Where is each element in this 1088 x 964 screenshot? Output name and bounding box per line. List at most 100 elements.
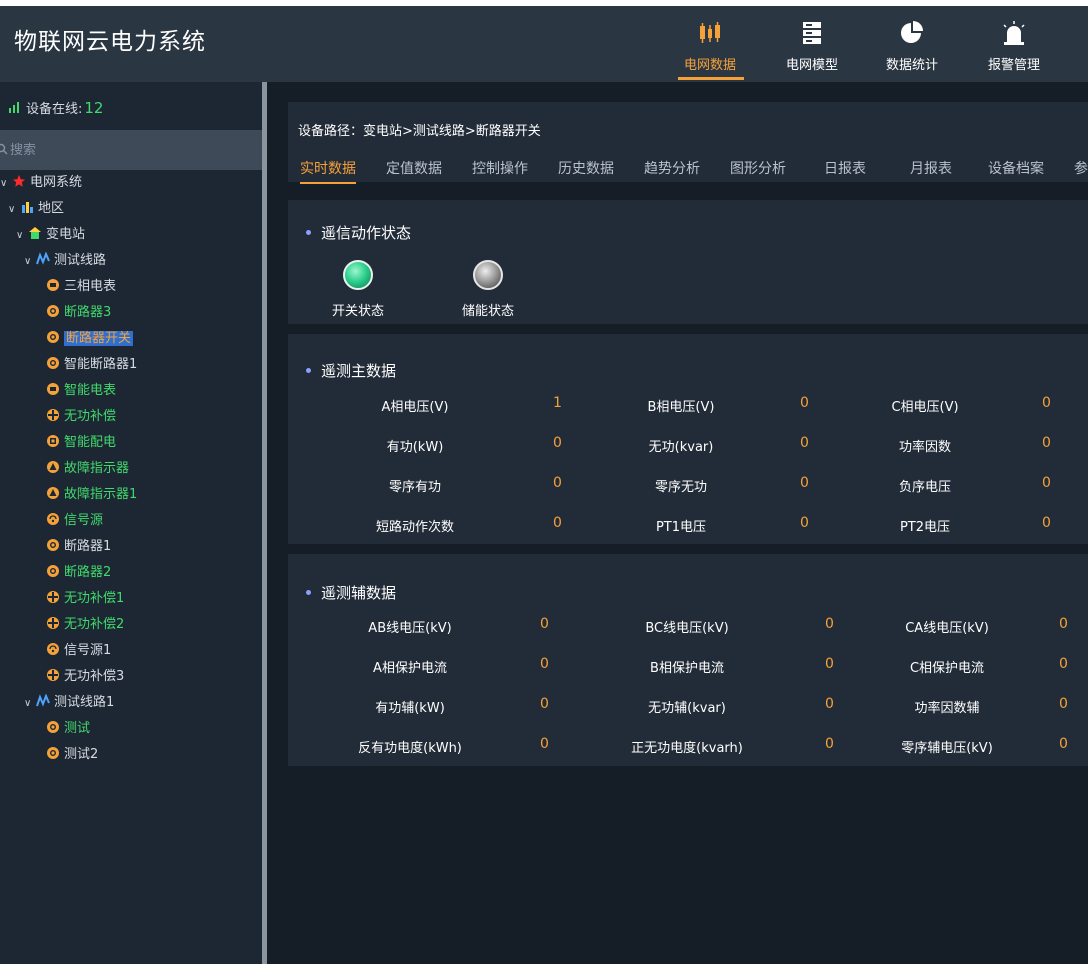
tab-3[interactable]: 历史数据 xyxy=(558,158,614,178)
telemetry-value: 0 xyxy=(1059,656,1068,672)
tree-node[interactable]: 无功补偿1 xyxy=(46,588,124,610)
tree-node[interactable]: ∨ 地区 xyxy=(8,198,64,220)
tree-node[interactable]: 信号源 xyxy=(46,510,103,532)
tree-node[interactable]: 智能配电 xyxy=(46,432,116,454)
telemetry-value: 0 xyxy=(800,395,809,411)
signal-status-panel: 遥信动作状态 开关状态 储能状态 xyxy=(288,200,1088,324)
tab-label: 图形分析 xyxy=(730,161,786,177)
switch-status-indicator: 开关状态 xyxy=(298,260,418,319)
telemetry-label: 零序有功 xyxy=(388,480,442,495)
telemetry-label: AB线电压(kV) xyxy=(368,621,452,636)
tree-node[interactable]: ∨ 测试线路 xyxy=(24,250,106,272)
telemetry-value: 0 xyxy=(1042,515,1051,531)
telemetry-label: 功率因数 xyxy=(898,440,952,455)
tree-node[interactable]: ∨ 测试线路1 xyxy=(24,692,114,714)
breaker-icon xyxy=(47,357,59,369)
candlestick-icon xyxy=(700,22,720,43)
main-content: 设备路径：变电站>测试线路>断路器开关 实时数据 定值数据 控制操作 历史数据 趋势分析… xyxy=(267,82,1088,964)
telemetry-label: 反有功电度(kWh) xyxy=(358,741,462,756)
tab-active-underline xyxy=(300,182,356,184)
tree-node[interactable]: 断路器1 xyxy=(46,536,111,558)
search-input[interactable] xyxy=(10,140,250,160)
nav-data-stats[interactable]: 数据统计 xyxy=(872,14,952,80)
tree-node[interactable]: 智能断路器1 xyxy=(46,354,137,376)
bullet-dot xyxy=(306,590,311,595)
compensator-icon xyxy=(47,617,59,629)
tab-9[interactable]: 参 xyxy=(1074,158,1088,178)
tree-node[interactable]: 无功补偿3 xyxy=(46,666,124,688)
online-count-value: 12 xyxy=(84,99,104,117)
tree-node[interactable]: 断路器2 xyxy=(46,562,111,584)
tree-node[interactable]: 智能电表 xyxy=(46,380,116,402)
indicator-label: 储能状态 xyxy=(461,304,514,319)
expand-caret-icon[interactable]: ∨ xyxy=(8,199,20,221)
tree-node[interactable]: 测试 xyxy=(46,718,90,740)
tree-node[interactable]: 测试2 xyxy=(46,744,98,766)
tab-6[interactable]: 日报表 xyxy=(824,158,866,178)
telemetry-value: 0 xyxy=(1042,435,1051,451)
telemetry-value: 0 xyxy=(825,736,834,752)
tree-node[interactable]: ∨ 变电站 xyxy=(16,224,85,246)
tab-7[interactable]: 月报表 xyxy=(910,158,952,178)
expand-caret-icon[interactable]: ∨ xyxy=(24,693,36,715)
tree-node[interactable]: 故障指示器 xyxy=(46,458,129,480)
tree-node-label: 故障指示器1 xyxy=(64,487,138,502)
tree-node-label: 地区 xyxy=(38,201,65,216)
tab-2[interactable]: 控制操作 xyxy=(472,158,528,178)
signal-section-title-text: 遥信动作状态 xyxy=(321,224,412,242)
expand-caret-icon[interactable]: ∨ xyxy=(16,225,28,247)
telemetry-value: 0 xyxy=(540,696,549,712)
tab-8[interactable]: 设备档案 xyxy=(988,158,1044,178)
nav-alarm-mgmt[interactable]: 报警管理 xyxy=(974,14,1054,80)
nav-active-underline xyxy=(678,77,744,80)
tab-4[interactable]: 趋势分析 xyxy=(644,158,700,178)
tab-0[interactable]: 实时数据 xyxy=(300,158,356,184)
nav-grid-data[interactable]: 电网数据 xyxy=(670,14,750,80)
breaker-icon xyxy=(47,305,59,317)
tree-node[interactable]: 信号源1 xyxy=(46,640,111,662)
tree-node[interactable]: 断路器3 xyxy=(46,302,111,324)
tree-node[interactable]: 无功补偿2 xyxy=(46,614,124,636)
breaker-icon xyxy=(47,331,59,343)
aux-telemetry-title-text: 遥测辅数据 xyxy=(321,584,397,602)
telemetry-label: B相电压(V) xyxy=(647,400,715,415)
telemetry-value: 0 xyxy=(1042,475,1051,491)
tree-node-label: 断路器3 xyxy=(64,305,112,320)
tree-node-label: 断路器开关 xyxy=(64,331,134,346)
telemetry-label: 无功辅(kvar) xyxy=(648,701,726,716)
expand-caret-icon[interactable]: ∨ xyxy=(0,173,12,195)
tree-node-label: 无功补偿3 xyxy=(64,669,125,684)
tree-node[interactable]: ∨ 电网系统 xyxy=(0,172,82,194)
tab-5[interactable]: 图形分析 xyxy=(730,158,786,178)
nav-grid-model[interactable]: 电网模型 xyxy=(772,14,852,80)
telemetry-value: 0 xyxy=(553,475,562,491)
telemetry-value: 0 xyxy=(1042,395,1051,411)
tab-1[interactable]: 定值数据 xyxy=(386,158,442,178)
tab-label: 历史数据 xyxy=(558,161,614,177)
compensator-icon xyxy=(47,409,59,421)
tree-node[interactable]: 无功补偿 xyxy=(46,406,116,428)
tree-node[interactable]: 三相电表 xyxy=(46,276,116,298)
telemetry-label: 有功辅(kW) xyxy=(375,701,445,716)
tree-node-label: 智能配电 xyxy=(64,435,117,450)
expand-caret-icon[interactable]: ∨ xyxy=(24,251,36,273)
tab-label: 实时数据 xyxy=(300,161,356,177)
tree-node[interactable]: 断路器开关 xyxy=(46,328,134,350)
line-icon xyxy=(36,252,50,265)
nav-label: 数据统计 xyxy=(885,58,938,73)
telemetry-value: 0 xyxy=(800,475,809,491)
telemetry-label: C相保护电流 xyxy=(909,661,985,676)
telemetry-label: 短路动作次数 xyxy=(375,520,455,535)
telemetry-value: 0 xyxy=(825,616,834,632)
tab-label: 参 xyxy=(1074,161,1088,177)
breaker-icon xyxy=(47,565,59,577)
tree-node[interactable]: 故障指示器1 xyxy=(46,484,137,506)
telemetry-value: 0 xyxy=(553,435,562,451)
telemetry-label: A相保护电流 xyxy=(373,661,447,676)
breaker-icon xyxy=(47,747,59,759)
fault-indicator-icon xyxy=(47,461,59,473)
device-path-label: 设备路径： xyxy=(298,124,364,139)
main-telemetry-panel: 遥测主数据 A相电压(V) 1 B相电压(V) 0 C相电压(V) 0 有功(kW) 0 无功(… xyxy=(288,334,1088,544)
app-title: 物联网云电力系统 xyxy=(14,29,206,55)
telemetry-value: 0 xyxy=(800,435,809,451)
